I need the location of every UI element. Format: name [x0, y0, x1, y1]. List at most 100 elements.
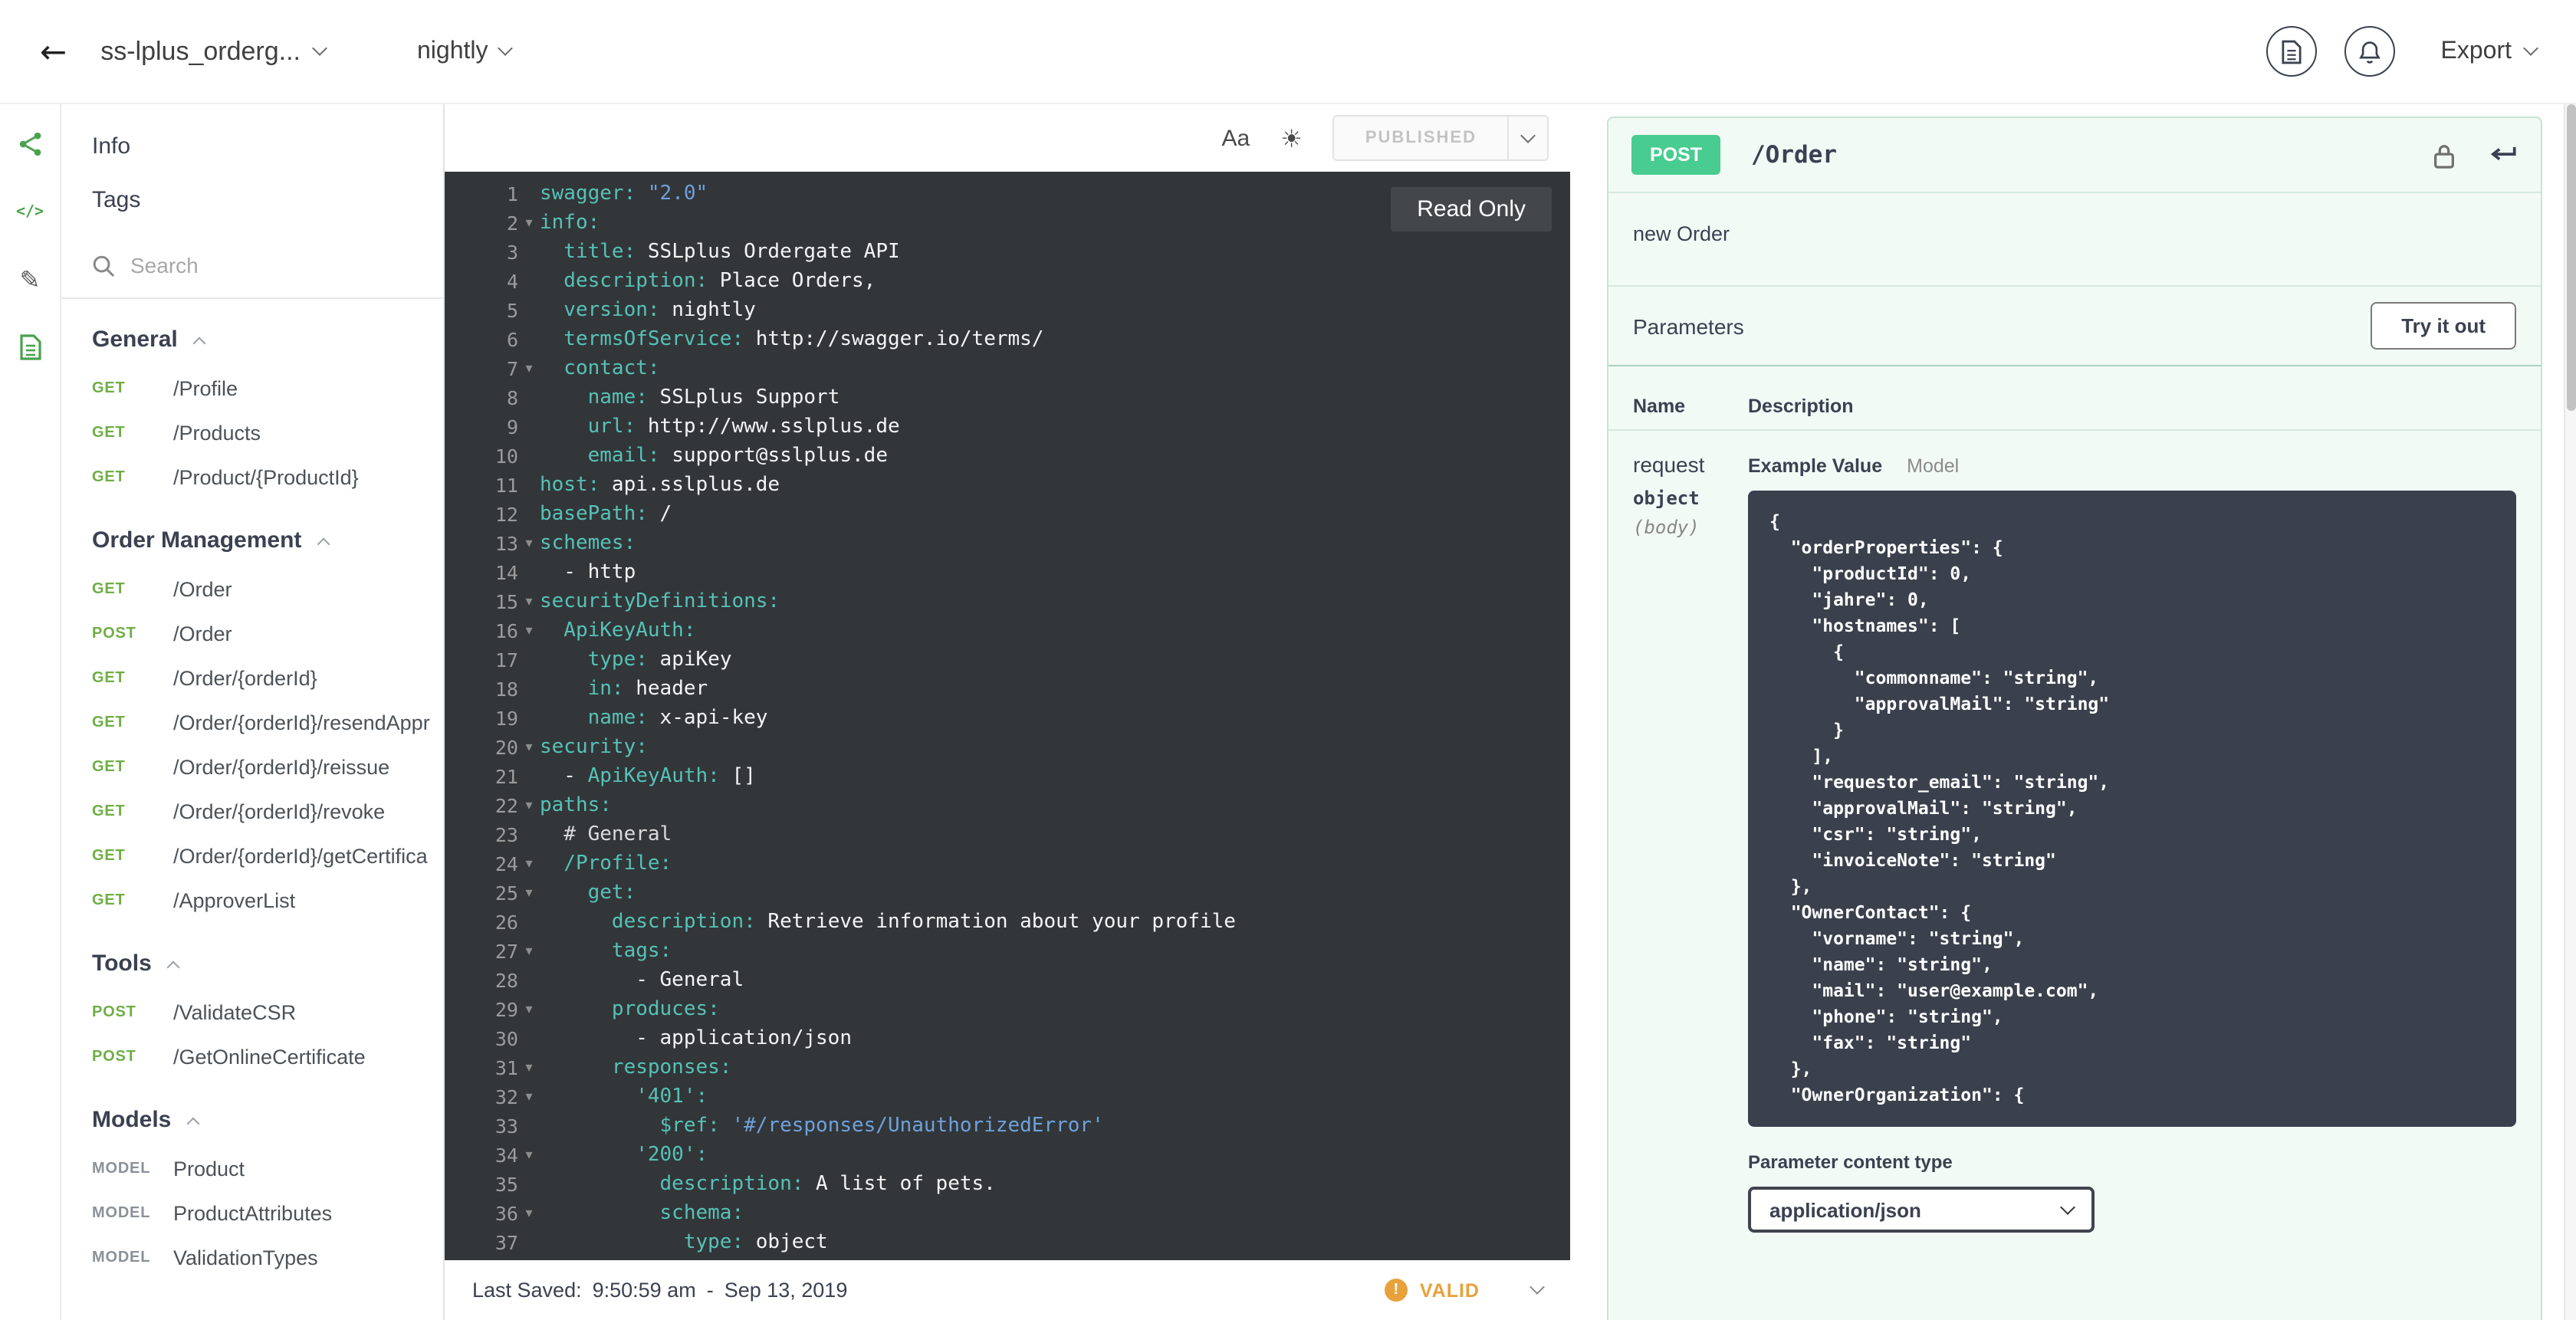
fold-arrow-icon[interactable]: ▾ — [518, 1206, 540, 1221]
sidebar-item[interactable]: GET/Order/{orderId}/getCertifica — [61, 834, 443, 878]
code-token: http://www.sslplus.de — [636, 415, 900, 438]
icon-rail: </> ✎ — [0, 104, 61, 1320]
font-size-button[interactable]: Aa — [1221, 125, 1250, 151]
fold-arrow-icon[interactable]: ▾ — [518, 1002, 540, 1017]
section-header-tools[interactable]: Tools — [61, 923, 443, 990]
back-button[interactable]: ← — [40, 33, 67, 70]
window-scrollbar[interactable] — [2564, 104, 2576, 1320]
code-token: x-api-key — [647, 707, 768, 730]
lock-icon[interactable] — [2433, 142, 2455, 168]
scrollbar-thumb[interactable] — [2567, 104, 2576, 411]
code-line: 8 name: SSLplus Support — [445, 383, 1570, 412]
code-editor-icon[interactable]: </> — [15, 196, 45, 227]
sidebar-item[interactable]: GET/Product/{ProductId} — [61, 455, 443, 500]
api-name-dropdown[interactable]: ss-lplus_orderg... — [100, 36, 327, 67]
sidebar-item[interactable]: GET/Order/{orderId}/resendAppr — [61, 701, 443, 745]
fold-arrow-icon[interactable]: ▾ — [518, 623, 540, 639]
code-line: 33 $ref: '#/responses/UnauthorizedError' — [445, 1111, 1570, 1141]
sidebar-item[interactable]: MODEL ProductAttributes — [61, 1191, 443, 1236]
line-number: 20 — [495, 736, 518, 759]
method-badge: POST — [1631, 135, 1720, 175]
code-token: in: — [540, 678, 624, 701]
sidebar-item[interactable]: GET/Order/{orderId} — [61, 656, 443, 701]
code-editor[interactable]: Read Only 1 swagger: "2.0" 2 ▾ info: 3 title:… — [445, 172, 1570, 1260]
sidebar-item[interactable]: GET/Products — [61, 411, 443, 455]
sidebar-item[interactable]: POST/GetOnlineCertificate — [61, 1035, 443, 1079]
endpoint-path: Product — [173, 1157, 245, 1180]
search-box[interactable] — [61, 233, 443, 299]
code-token: - — [540, 765, 588, 788]
fold-arrow-icon[interactable]: ▾ — [518, 798, 540, 813]
sidebar-item[interactable]: POST/Order — [61, 612, 443, 656]
export-dropdown[interactable]: Export — [2441, 38, 2538, 65]
sidebar-item[interactable]: GET/Order/{orderId}/revoke — [61, 790, 443, 834]
example-model-tabs: Example Value Model — [1748, 455, 2516, 477]
section-title: Tools — [92, 951, 152, 977]
sidebar-item[interactable]: POST/ValidateCSR — [61, 990, 443, 1035]
code-text: url: http://www.sslplus.de — [540, 415, 900, 438]
try-it-out-button[interactable]: Try it out — [2371, 302, 2516, 350]
code-token: url: — [540, 415, 636, 438]
line-number: 32 — [495, 1085, 518, 1108]
publish-split-button[interactable]: PUBLISHED — [1332, 115, 1549, 161]
edit-icon[interactable]: ✎ — [15, 264, 45, 294]
line-number: 21 — [495, 765, 518, 788]
code-token: # General — [540, 823, 672, 846]
endpoint-path: /Order/{orderId}/getCertifica — [173, 845, 428, 868]
sidebar-item[interactable]: GET/Order/{orderId}/reissue — [61, 745, 443, 790]
sidebar-item[interactable]: GET/ApproverList — [61, 878, 443, 923]
search-input[interactable] — [130, 253, 391, 277]
fold-arrow-icon[interactable]: ▾ — [518, 361, 540, 376]
example-value-block[interactable]: { "orderProperties": { "productId": 0, "… — [1748, 491, 2516, 1127]
fold-arrow-icon[interactable]: ▾ — [518, 1060, 540, 1075]
validation-status[interactable]: ! VALID — [1384, 1279, 1545, 1302]
fold-arrow-icon[interactable]: ▾ — [518, 740, 540, 755]
chevron-down-icon[interactable] — [1530, 1279, 1545, 1295]
document-button[interactable] — [2266, 26, 2317, 77]
line-number: 14 — [495, 561, 518, 584]
fold-arrow-icon[interactable]: ▾ — [518, 856, 540, 872]
fold-arrow-icon[interactable]: ▾ — [518, 885, 540, 901]
line-number: 13 — [495, 532, 518, 555]
last-saved-date: Sep 13, 2019 — [724, 1279, 848, 1302]
fold-arrow-icon[interactable]: ▾ — [518, 536, 540, 551]
published-button[interactable]: PUBLISHED — [1334, 117, 1507, 159]
fold-arrow-icon[interactable]: ▾ — [518, 215, 540, 231]
version-dropdown[interactable]: nightly — [417, 38, 514, 65]
code-token: contact: — [540, 357, 660, 380]
main-area: </> ✎ Info Tags GeneralGET/ProfileGET/Pr… — [0, 104, 2576, 1320]
code-token: apiKey — [647, 649, 732, 671]
sidebar-item-info[interactable]: Info — [61, 120, 443, 173]
fold-arrow-icon[interactable]: ▾ — [518, 1089, 540, 1105]
section-header-general[interactable]: General — [61, 299, 443, 366]
publish-menu-button[interactable] — [1507, 117, 1547, 159]
sidebar-item[interactable]: MODEL Product — [61, 1147, 443, 1191]
line-number: 16 — [495, 619, 518, 642]
fold-arrow-icon[interactable]: ▾ — [518, 944, 540, 959]
theme-toggle-icon[interactable]: ☀ — [1280, 123, 1303, 153]
code-text: get: — [540, 882, 636, 905]
method-label: POST — [92, 1049, 136, 1066]
code-token: nightly — [659, 299, 756, 322]
code-line: 31 ▾ responses: — [445, 1053, 1570, 1082]
section-header-models[interactable]: Models — [61, 1079, 443, 1147]
code-text: name: x-api-key — [540, 707, 768, 730]
sidebar-item[interactable]: GET/Order — [61, 567, 443, 612]
content-type-select[interactable]: application/json — [1748, 1187, 2095, 1233]
operation-header[interactable]: POST /Order — [1608, 118, 2541, 192]
sidebar-item[interactable]: GET/Profile — [61, 366, 443, 411]
fold-arrow-icon[interactable]: ▾ — [518, 1148, 540, 1163]
apis-hub-icon[interactable] — [15, 129, 45, 159]
method-label: POST — [92, 626, 136, 642]
return-arrow-icon[interactable] — [2486, 145, 2518, 165]
sidebar-item-tags[interactable]: Tags — [61, 173, 443, 227]
section-header-order-management[interactable]: Order Management — [61, 500, 443, 567]
docs-icon[interactable] — [15, 331, 45, 362]
line-number: 12 — [495, 503, 518, 526]
sidebar-item[interactable]: MODEL ValidationTypes — [61, 1236, 443, 1280]
tab-example-value[interactable]: Example Value — [1748, 455, 1882, 477]
tab-model[interactable]: Model — [1907, 455, 1959, 477]
notifications-button[interactable] — [2344, 26, 2395, 77]
fold-arrow-icon[interactable]: ▾ — [518, 594, 540, 609]
line-number: 2 — [506, 212, 518, 235]
